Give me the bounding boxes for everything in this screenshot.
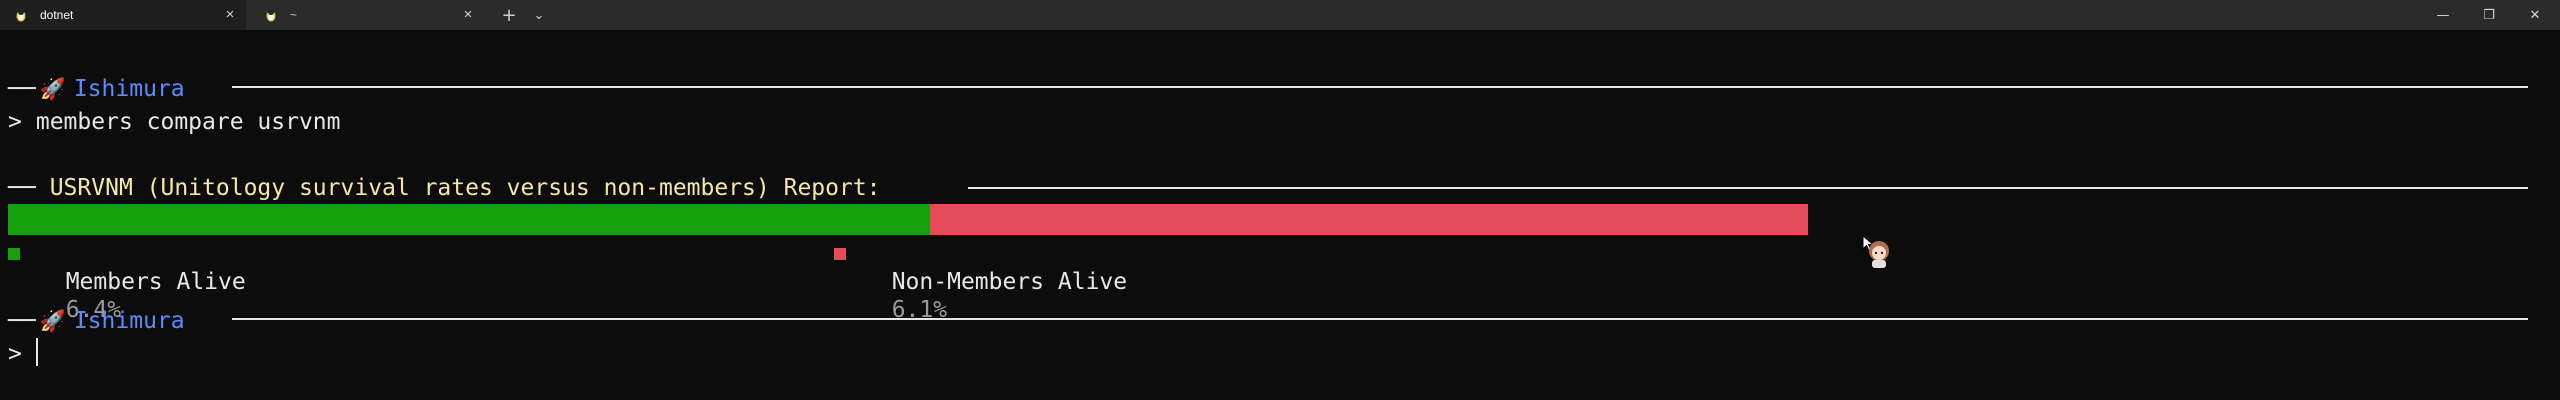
banner-line-2: ── 🚀 Ishimura (8, 306, 185, 336)
legend-swatch-members (8, 248, 20, 260)
tab-home[interactable]: ~ × (250, 0, 484, 30)
restore-button[interactable]: ❐ (2466, 0, 2512, 30)
banner-line-1: ── 🚀 Ishimura (8, 74, 185, 104)
legend-members: Members Alive 6.4% (38, 240, 246, 323)
prompt-symbol: > (8, 109, 22, 135)
legend-label: Non-Members Alive (891, 269, 1128, 295)
rocket-icon: 🚀 (39, 77, 66, 101)
tab-title: dotnet (40, 8, 74, 22)
linux-penguin-icon (266, 9, 276, 22)
report-prefix: ── (8, 175, 36, 201)
banner-prefix: ── (8, 308, 36, 334)
report-header: ── USRVNM (Unitology survival rates vers… (8, 173, 881, 203)
rocket-icon: 🚀 (39, 309, 66, 333)
new-tab-button[interactable]: + (496, 0, 522, 30)
linux-penguin-icon (16, 9, 26, 22)
tab-dropdown-button[interactable]: ⌄ (526, 0, 552, 30)
banner-prefix: ── (8, 76, 36, 102)
legend-non-members: Non-Members Alive 6.1% (864, 240, 1127, 323)
legend-swatch-non-members (834, 248, 846, 260)
bar-non-members-alive (930, 204, 1808, 235)
close-icon[interactable]: × (460, 7, 476, 23)
legend-label: Members Alive (65, 269, 246, 295)
tab-bar: dotnet × ~ × + ⌄ — ❐ ✕ (0, 0, 2560, 30)
tab-dotnet[interactable]: dotnet × (0, 0, 246, 30)
prompt-symbol: > (8, 341, 22, 367)
minimize-button[interactable]: — (2420, 0, 2466, 30)
bar-members-alive (8, 204, 930, 235)
report-title: USRVNM (Unitology survival rates versus … (49, 175, 881, 201)
report-rule (968, 187, 2528, 189)
banner-rule-1 (232, 86, 2528, 88)
close-icon[interactable]: × (222, 7, 238, 23)
text-cursor (36, 338, 38, 366)
banner-rule-2 (232, 318, 2528, 320)
ship-name: Ishimura (73, 308, 185, 334)
tab-title: ~ (290, 8, 298, 22)
command-text: members compare usrvnm (35, 109, 341, 135)
close-window-button[interactable]: ✕ (2512, 0, 2558, 30)
ship-name: Ishimura (73, 76, 185, 102)
anime-sticker-icon (1869, 241, 1889, 268)
input-line[interactable]: > (8, 339, 22, 369)
command-line: > members compare usrvnm (8, 107, 341, 137)
